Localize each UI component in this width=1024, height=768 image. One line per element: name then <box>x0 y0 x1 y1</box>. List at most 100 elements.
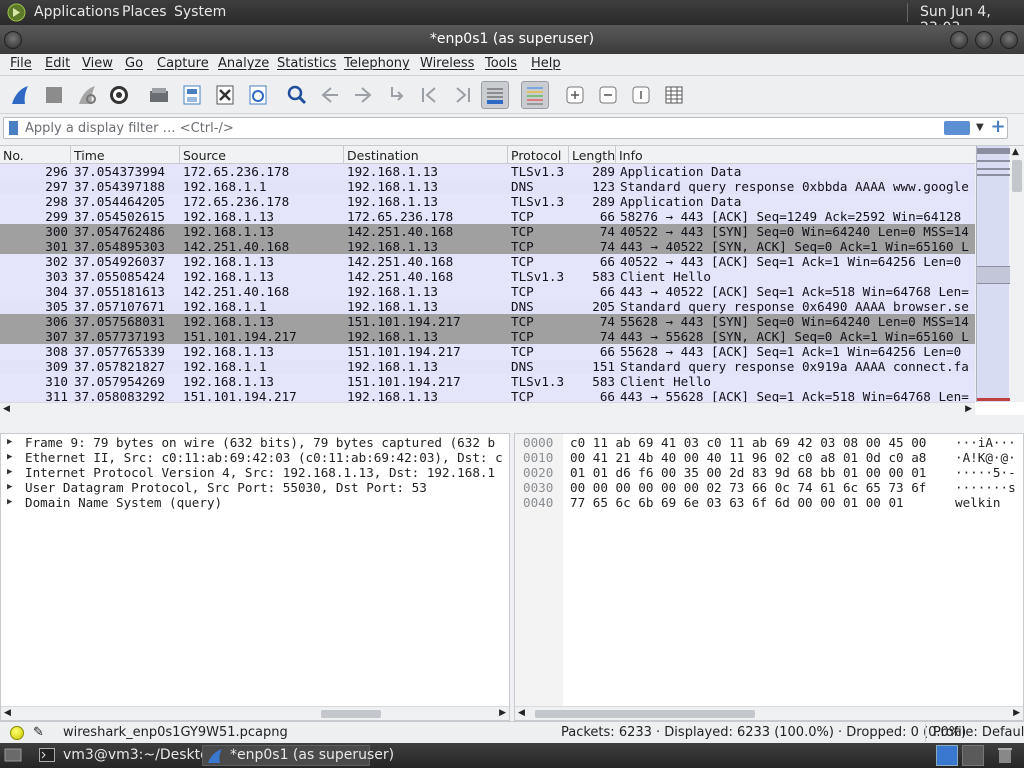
colorize-toggle[interactable] <box>521 81 549 109</box>
apply-filter-arrow-icon[interactable] <box>944 121 970 135</box>
column-header-protocol[interactable]: Protocol <box>511 148 561 163</box>
vscroll-track[interactable]: ▲ <box>1010 146 1024 402</box>
distro-logo-icon[interactable] <box>7 3 26 22</box>
go-to-packet-button[interactable] <box>383 81 411 109</box>
window-titlebar[interactable]: *enp0s1 (as superuser) <box>0 25 1024 54</box>
pane-splitter[interactable] <box>0 415 1024 433</box>
reload-file-button[interactable] <box>244 81 272 109</box>
taskbar-item-wireshark[interactable]: *enp0s1 (as superuser) <box>202 745 394 766</box>
packet-row[interactable]: 302 37.054926037 192.168.1.13 142.251.40.16… <box>0 254 975 269</box>
packet-row[interactable]: 301 37.054895303 142.251.40.168 192.168.1.1… <box>0 239 975 254</box>
zoom-out-button[interactable] <box>594 81 622 109</box>
bytes-row[interactable]: 0010 00 41 21 4b 40 00 40 11 96 02 c0 a8 … <box>515 450 1023 465</box>
packet-row[interactable]: 303 37.055085424 192.168.1.13 142.251.40.16… <box>0 269 975 284</box>
column-header-time[interactable]: Time <box>74 148 105 163</box>
expand-arrow-icon[interactable]: ▶ <box>7 450 12 465</box>
go-back-button[interactable] <box>316 81 344 109</box>
start-capture-button[interactable] <box>6 81 34 109</box>
menu-analyze[interactable]: Analyze <box>218 56 269 71</box>
close-file-button[interactable] <box>211 81 239 109</box>
minimize-button[interactable] <box>950 31 968 49</box>
packet-minimap[interactable] <box>976 146 1010 402</box>
details-tree-item[interactable]: ▶ Domain Name System (query) <box>1 495 509 510</box>
details-hscroll-thumb[interactable] <box>321 710 381 718</box>
save-file-button[interactable] <box>178 81 206 109</box>
capture-options-button[interactable] <box>105 81 133 109</box>
go-forward-button[interactable] <box>349 81 377 109</box>
last-packet-button[interactable] <box>448 81 476 109</box>
profile-label[interactable]: Profile: Default <box>933 725 1024 740</box>
column-header-length[interactable]: Length <box>572 148 615 163</box>
close-window-button[interactable] <box>1000 31 1018 49</box>
taskbar-item-terminal[interactable]: vm3@vm3:~/Desktop <box>34 745 218 766</box>
packet-row[interactable]: 305 37.057107671 192.168.1.1 192.168.1.13 DN… <box>0 299 975 314</box>
column-header-info[interactable]: Info <box>619 148 643 163</box>
workspace-switcher-active[interactable] <box>936 745 958 766</box>
panel-menu-applications[interactable]: Applications <box>34 4 120 20</box>
packet-row[interactable]: 299 37.054502615 192.168.1.13 172.65.236.17… <box>0 209 975 224</box>
details-tree-item[interactable]: ▶ User Datagram Protocol, Src Port: 55030… <box>1 480 509 495</box>
packet-row[interactable]: 307 37.057737193 151.101.194.217 192.168.1.… <box>0 329 975 344</box>
menu-statistics[interactable]: Statistics <box>277 56 336 71</box>
scroll-right-icon[interactable]: ▶ <box>965 404 972 414</box>
scroll-left-icon[interactable]: ◀ <box>3 404 10 414</box>
maximize-button[interactable] <box>975 31 993 49</box>
details-tree-item[interactable]: ▶ Frame 9: 79 bytes on wire (632 bits), 7… <box>1 435 509 450</box>
packet-row[interactable]: 306 37.057568031 192.168.1.13 151.101.194.2… <box>0 314 975 329</box>
expand-arrow-icon[interactable]: ▶ <box>7 435 12 450</box>
open-file-button[interactable] <box>145 81 173 109</box>
scroll-up-icon[interactable]: ▲ <box>1012 147 1019 157</box>
packet-list-hscrollbar[interactable]: ◀ ▶ <box>0 402 975 415</box>
vscroll-thumb[interactable] <box>1012 160 1022 192</box>
packet-row[interactable]: 308 37.057765339 192.168.1.13 151.101.194.2… <box>0 344 975 359</box>
capture-comment-icon[interactable]: ✎ <box>33 725 44 740</box>
menu-file[interactable]: File <box>10 56 32 71</box>
packet-row[interactable]: 304 37.055181613 142.251.40.168 192.168.1.1… <box>0 284 975 299</box>
panel-menu-system[interactable]: System <box>174 4 226 20</box>
stop-capture-button[interactable] <box>40 81 68 109</box>
column-header-source[interactable]: Source <box>183 148 226 163</box>
first-packet-button[interactable] <box>416 81 444 109</box>
bytes-row[interactable]: 0000 c0 11 ab 69 41 03 c0 11 ab 69 42 03 … <box>515 435 1023 450</box>
menu-tools[interactable]: Tools <box>485 56 517 71</box>
expert-info-indicator-icon[interactable] <box>10 726 24 740</box>
menu-view[interactable]: View <box>82 56 113 71</box>
details-hscrollbar[interactable]: ◀ ▶ <box>1 706 509 720</box>
packet-row[interactable]: 309 37.057821827 192.168.1.1 192.168.1.13 DN… <box>0 359 975 374</box>
column-header-destination[interactable]: Destination <box>347 148 419 163</box>
bytes-row[interactable]: 0020 01 01 d6 f6 00 35 00 2d 83 9d 68 bb … <box>515 465 1023 480</box>
add-filter-button[interactable]: + <box>989 118 1007 137</box>
filter-history-dropdown-icon[interactable]: ▼ <box>976 122 984 133</box>
scroll-left-icon[interactable]: ◀ <box>4 708 11 718</box>
menu-go[interactable]: Go <box>125 56 143 71</box>
find-packet-button[interactable] <box>283 81 311 109</box>
autoscroll-toggle[interactable] <box>481 81 509 109</box>
menu-wireless[interactable]: Wireless <box>420 56 474 71</box>
zoom-in-button[interactable] <box>561 81 589 109</box>
expand-arrow-icon[interactable]: ▶ <box>7 480 12 495</box>
bytes-row[interactable]: 0030 00 00 00 00 00 00 02 73 66 0c 74 61 … <box>515 480 1023 495</box>
normal-size-button[interactable] <box>627 81 655 109</box>
expand-arrow-icon[interactable]: ▶ <box>7 465 12 480</box>
menu-edit[interactable]: Edit <box>45 56 70 71</box>
trash-icon[interactable] <box>997 746 1013 764</box>
bytes-hscroll-thumb[interactable] <box>535 710 755 718</box>
scroll-left-icon[interactable]: ◀ <box>518 708 525 718</box>
display-filter-input[interactable]: Apply a display filter … <Ctrl-/> ▼ <box>3 117 1008 139</box>
bytes-row[interactable]: 0040 77 65 6c 6b 69 6e 03 63 6f 6d 00 00 … <box>515 495 1023 510</box>
bookmark-icon[interactable] <box>9 121 18 135</box>
show-desktop-icon[interactable] <box>4 747 22 763</box>
workspace-switcher[interactable] <box>962 745 984 766</box>
scroll-right-icon[interactable]: ▶ <box>1013 708 1020 718</box>
packet-row[interactable]: 298 37.054464205 172.65.236.178 192.168.1.1… <box>0 194 975 209</box>
expand-arrow-icon[interactable]: ▶ <box>7 495 12 510</box>
details-tree-item[interactable]: ▶ Internet Protocol Version 4, Src: 192.1… <box>1 465 509 480</box>
packet-list-vscrollbar[interactable]: ▲ <box>975 146 1024 402</box>
resize-columns-button[interactable] <box>660 81 688 109</box>
menu-help[interactable]: Help <box>531 56 561 71</box>
details-tree-item[interactable]: ▶ Ethernet II, Src: c0:11:ab:69:42:03 (c0… <box>1 450 509 465</box>
restart-capture-button[interactable] <box>73 81 101 109</box>
menu-telephony[interactable]: Telephony <box>344 56 410 71</box>
packet-row[interactable]: 300 37.054762486 192.168.1.13 142.251.40.16… <box>0 224 975 239</box>
menu-capture[interactable]: Capture <box>157 56 209 71</box>
